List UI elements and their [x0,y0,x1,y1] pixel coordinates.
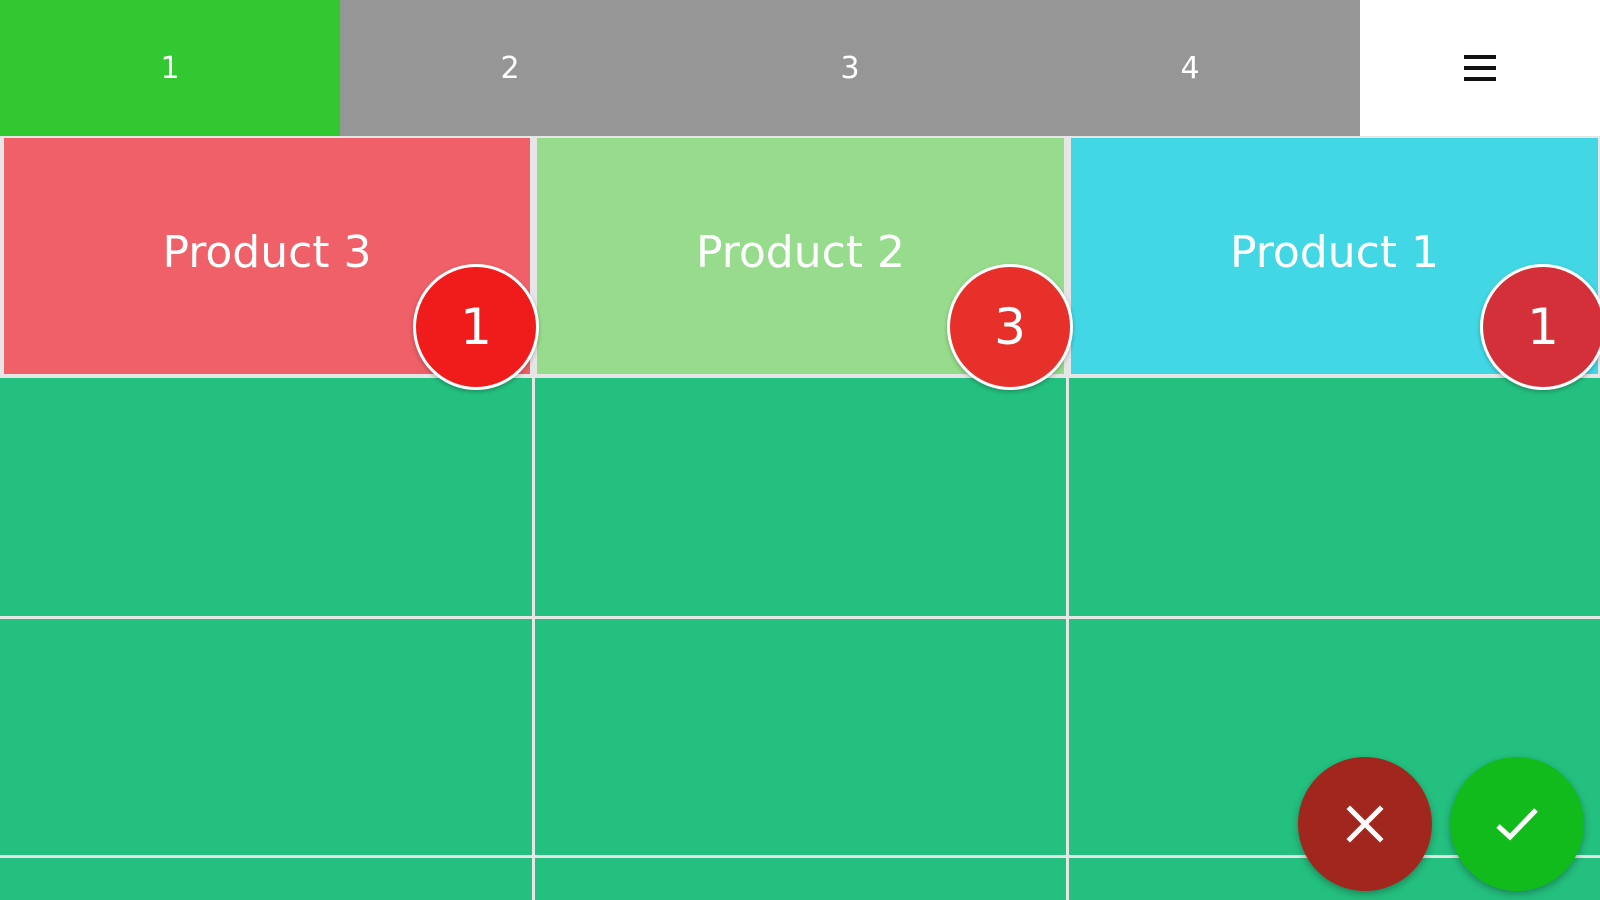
grid-cell[interactable] [535,619,1066,855]
quantity-badge: 1 [1480,264,1600,390]
check-icon [1496,808,1538,841]
tab-4[interactable]: 4 [1020,0,1360,136]
quantity-badge: 3 [947,264,1073,390]
grid-cell[interactable] [0,619,532,855]
close-icon [1346,805,1384,843]
grid-cell[interactable] [0,378,532,616]
quantity-badge: 1 [413,264,539,390]
product-name: Product 2 [695,226,906,278]
tab-3[interactable]: 3 [680,0,1020,136]
pos-screen: 1 2 3 4 Product 3 Product 2 Product 1 1 … [0,0,1600,900]
product-name: Product 3 [162,226,372,278]
cancel-button[interactable] [1298,757,1432,891]
grid-cell[interactable] [0,858,532,900]
grid-cell[interactable] [535,858,1066,900]
menu-button[interactable] [1360,0,1600,136]
hamburger-menu-icon [1464,55,1496,81]
product-name: Product 1 [1229,226,1440,278]
confirm-button[interactable] [1450,757,1584,891]
tab-bar: 1 2 3 4 [0,0,1600,136]
tab-1[interactable]: 1 [0,0,340,136]
grid-cell[interactable] [1069,378,1600,616]
grid-cell[interactable] [535,378,1066,616]
tab-2[interactable]: 2 [340,0,680,136]
